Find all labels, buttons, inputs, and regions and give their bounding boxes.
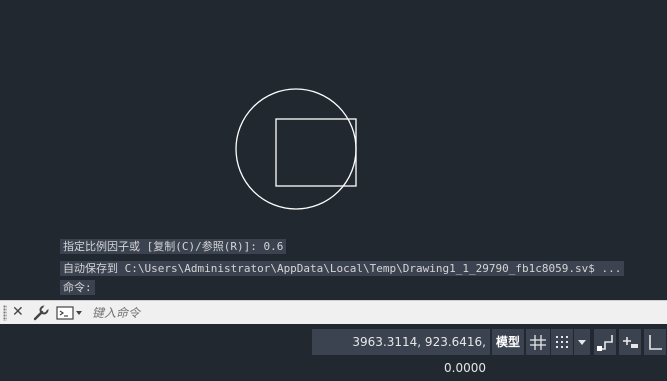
drawn-rectangle[interactable] — [275, 118, 357, 187]
close-icon[interactable]: ✕ — [12, 304, 24, 320]
grid-icon[interactable] — [526, 329, 550, 355]
command-prompt-icon[interactable] — [56, 306, 84, 320]
drawing-canvas[interactable] — [0, 0, 667, 300]
drag-handle-icon[interactable] — [3, 305, 7, 321]
coordinate-readout[interactable]: 3963.3114, 923.6416, 0.0000 — [312, 329, 490, 375]
history-line-2: 自动保存到 C:\Users\Administrator\AppData\Loc… — [60, 261, 625, 276]
command-input[interactable] — [92, 304, 652, 322]
model-space-button[interactable]: 模型 — [492, 329, 524, 355]
infer-constraints-icon[interactable] — [594, 329, 616, 355]
snap-dots-icon[interactable] — [551, 329, 573, 355]
drawn-circle[interactable] — [235, 88, 357, 210]
customize-wrench-icon[interactable] — [32, 304, 50, 322]
dynamic-input-icon[interactable] — [619, 329, 641, 355]
status-bar: 3963.3114, 923.6416, 0.0000 模型 — [0, 324, 667, 375]
history-line-3: 命令: — [60, 280, 95, 295]
dropdown-arrow-icon[interactable] — [574, 329, 590, 355]
ortho-icon[interactable] — [644, 329, 666, 355]
command-line-bar: ✕ — [0, 300, 667, 325]
history-line-1: 指定比例因子或 [复制(C)/参照(R)]: 0.6 — [60, 239, 287, 254]
